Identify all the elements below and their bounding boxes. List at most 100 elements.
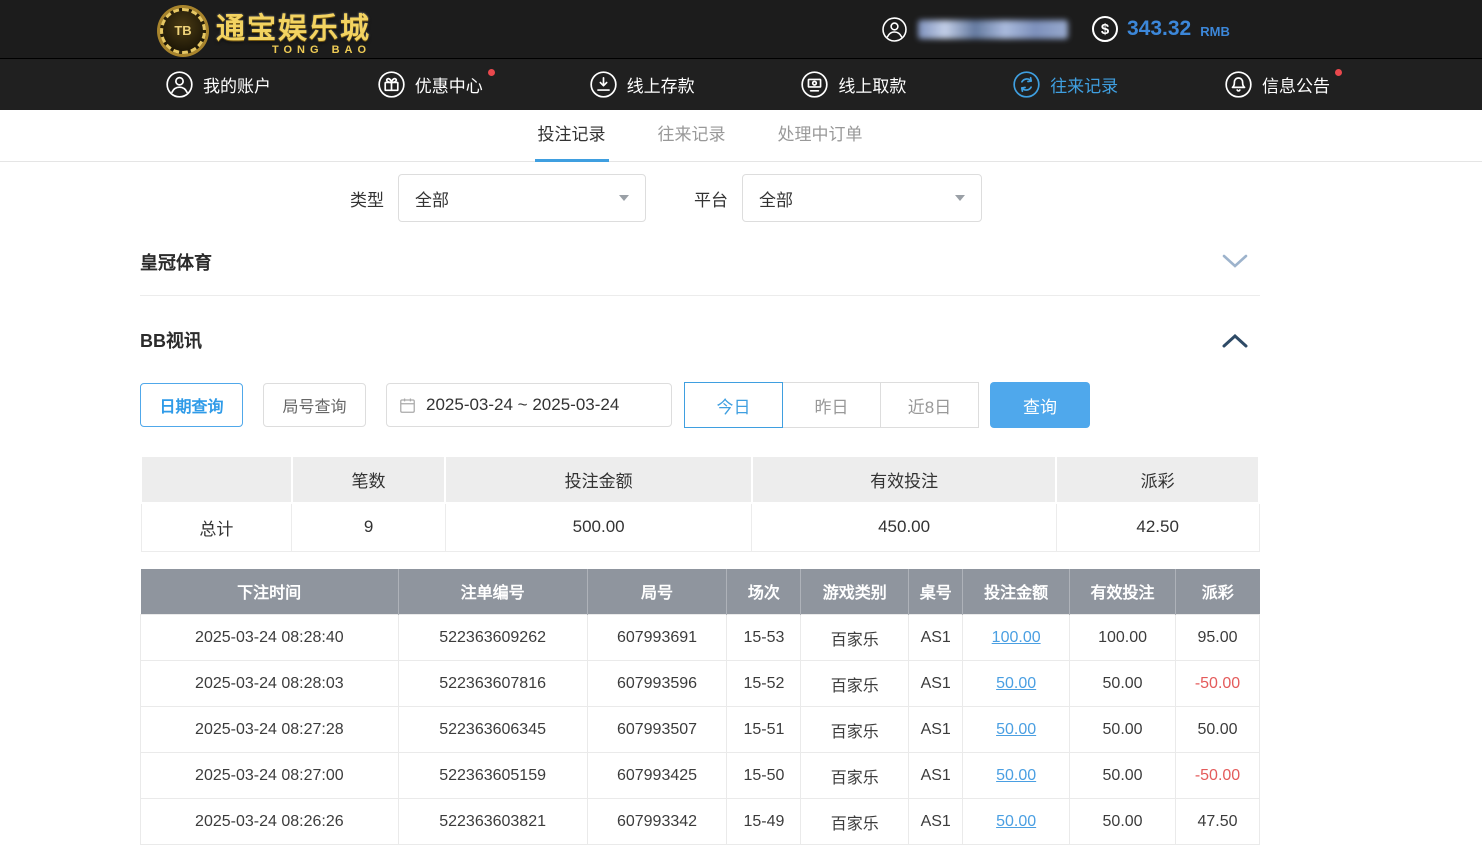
chevron-up-icon[interactable] [1222, 333, 1248, 348]
bet-time: 2025-03-24 08:27:28 [141, 707, 399, 753]
last-8-days-button[interactable]: 近8日 [880, 382, 979, 428]
round-no: 607993342 [587, 799, 727, 845]
platform-select[interactable]: 全部 [742, 174, 982, 222]
summary-count-value: 9 [292, 503, 446, 551]
tab-transaction-records[interactable]: 往来记录 [655, 110, 729, 162]
dollar-icon: $ [1092, 16, 1118, 42]
table-no: AS1 [909, 799, 963, 845]
announcement-bell-icon [1224, 70, 1253, 99]
date-query-button[interactable]: 日期查询 [140, 383, 243, 427]
balance-amount: 343.32 [1127, 17, 1191, 41]
table-row: 2025-03-24 08:28:03 522363607816 6079935… [141, 661, 1260, 707]
session: 15-52 [727, 661, 801, 707]
section-title: BB视讯 [140, 327, 202, 353]
summary-bet-amount-value: 500.00 [445, 503, 751, 551]
bet-time: 2025-03-24 08:28:03 [141, 661, 399, 707]
payout: -50.00 [1176, 661, 1260, 707]
col-bet-time: 下注时间 [141, 569, 399, 615]
table-row: 2025-03-24 08:28:40 522363609262 6079936… [141, 615, 1260, 661]
bet-no: 522363609262 [398, 615, 587, 661]
platform-select-value: 全部 [759, 186, 793, 211]
type-select[interactable]: 全部 [398, 174, 646, 222]
tab-bet-records[interactable]: 投注记录 [535, 110, 609, 162]
game-type: 百家乐 [801, 753, 909, 799]
summary-header-count: 笔数 [292, 456, 446, 503]
col-round-no: 局号 [587, 569, 727, 615]
summary-header-payout: 派彩 [1056, 456, 1259, 503]
bet-table-header-row: 下注时间 注单编号 局号 场次 游戏类别 桌号 投注金额 有效投注 派彩 [141, 569, 1260, 615]
nav-item-announcements[interactable]: 信息公告 [1224, 59, 1330, 111]
bet-amount-link[interactable]: 50.00 [996, 675, 1036, 692]
chevron-down-icon[interactable] [1222, 254, 1248, 269]
account-user[interactable] [881, 0, 1068, 58]
bet-no: 522363605159 [398, 753, 587, 799]
calendar-icon [398, 396, 417, 415]
summary-table: 笔数 投注金额 有效投注 派彩 总计 9 500.00 450.00 42.50 [140, 455, 1260, 552]
section-title: 皇冠体育 [140, 249, 212, 275]
col-game-type: 游戏类别 [801, 569, 909, 615]
top-bar: TB 通宝娱乐城 TONG BAO $ 343.32 RMB [0, 0, 1482, 58]
summary-valid-bet-value: 450.00 [752, 503, 1056, 551]
type-label: 类型 [350, 186, 384, 211]
col-table-no: 桌号 [909, 569, 963, 615]
round-query-button[interactable]: 局号查询 [263, 383, 366, 427]
logo-chip-icon: TB [160, 8, 206, 54]
nav-item-transactions[interactable]: 往来记录 [1012, 59, 1118, 111]
date-range-input[interactable]: 2025-03-24 ~ 2025-03-24 [386, 383, 672, 427]
summary-header-row: 笔数 投注金额 有效投注 派彩 [141, 456, 1259, 503]
bet-records-table: 下注时间 注单编号 局号 场次 游戏类别 桌号 投注金额 有效投注 派彩 202… [140, 569, 1260, 846]
table-no: AS1 [909, 661, 963, 707]
nav-item-deposit[interactable]: 线上存款 [589, 59, 695, 111]
site-logo[interactable]: TB 通宝娱乐城 TONG BAO [160, 5, 371, 56]
bet-amount-link[interactable]: 50.00 [996, 813, 1036, 830]
summary-payout-value: 42.50 [1056, 503, 1259, 551]
search-button[interactable]: 查询 [990, 382, 1090, 428]
payout: -50.00 [1176, 753, 1260, 799]
round-no: 607993425 [587, 753, 727, 799]
filter-row: 类型 全部 平台 全部 [140, 174, 1260, 222]
section-bb-video[interactable]: BB视讯 [140, 310, 1260, 370]
bet-time: 2025-03-24 08:27:00 [141, 753, 399, 799]
nav-item-promotions[interactable]: 优惠中心 [377, 59, 483, 111]
table-row: 2025-03-24 08:27:00 522363605159 6079934… [141, 753, 1260, 799]
round-no: 607993507 [587, 707, 727, 753]
table-row: 2025-03-24 08:27:28 522363606345 6079935… [141, 707, 1260, 753]
summary-header-valid-bet: 有效投注 [752, 456, 1056, 503]
col-bet-amount: 投注金额 [963, 569, 1070, 615]
sub-nav: 投注记录 往来记录 处理中订单 [0, 110, 1482, 162]
session: 15-51 [727, 707, 801, 753]
session: 15-49 [727, 799, 801, 845]
bet-amount-link[interactable]: 100.00 [992, 629, 1041, 646]
yesterday-button[interactable]: 昨日 [782, 382, 881, 428]
bet-amount-link[interactable]: 50.00 [996, 767, 1036, 784]
chevron-down-icon [619, 195, 629, 201]
nav-item-withdraw[interactable]: 线上取款 [800, 59, 906, 111]
promo-gift-icon [377, 70, 406, 99]
valid-bet: 50.00 [1070, 707, 1176, 753]
type-select-value: 全部 [415, 186, 449, 211]
summary-total-row: 总计 9 500.00 450.00 42.50 [141, 503, 1259, 551]
game-type: 百家乐 [801, 799, 909, 845]
nav-item-my-account[interactable]: 我的账户 [165, 59, 271, 111]
quick-range-group: 今日 昨日 近8日 [684, 382, 979, 428]
payout: 47.50 [1176, 799, 1260, 845]
session: 15-53 [727, 615, 801, 661]
bet-time: 2025-03-24 08:26:26 [141, 799, 399, 845]
summary-total-label: 总计 [141, 503, 292, 551]
valid-bet: 100.00 [1070, 615, 1176, 661]
table-no: AS1 [909, 753, 963, 799]
section-crown-sports[interactable]: 皇冠体育 [140, 228, 1260, 296]
query-controls: 日期查询 局号查询 2025-03-24 ~ 2025-03-24 今日 昨日 … [140, 382, 1260, 428]
bet-no: 522363606345 [398, 707, 587, 753]
account-icon [165, 70, 194, 99]
col-payout: 派彩 [1176, 569, 1260, 615]
table-row: 2025-03-24 08:26:26 522363603821 6079933… [141, 799, 1260, 845]
valid-bet: 50.00 [1070, 661, 1176, 707]
round-no: 607993691 [587, 615, 727, 661]
withdraw-icon [800, 70, 829, 99]
tab-processing-orders[interactable]: 处理中订单 [775, 110, 866, 162]
bet-amount-link[interactable]: 50.00 [996, 721, 1036, 738]
table-no: AS1 [909, 707, 963, 753]
col-valid-bet: 有效投注 [1070, 569, 1176, 615]
today-button[interactable]: 今日 [684, 382, 783, 428]
